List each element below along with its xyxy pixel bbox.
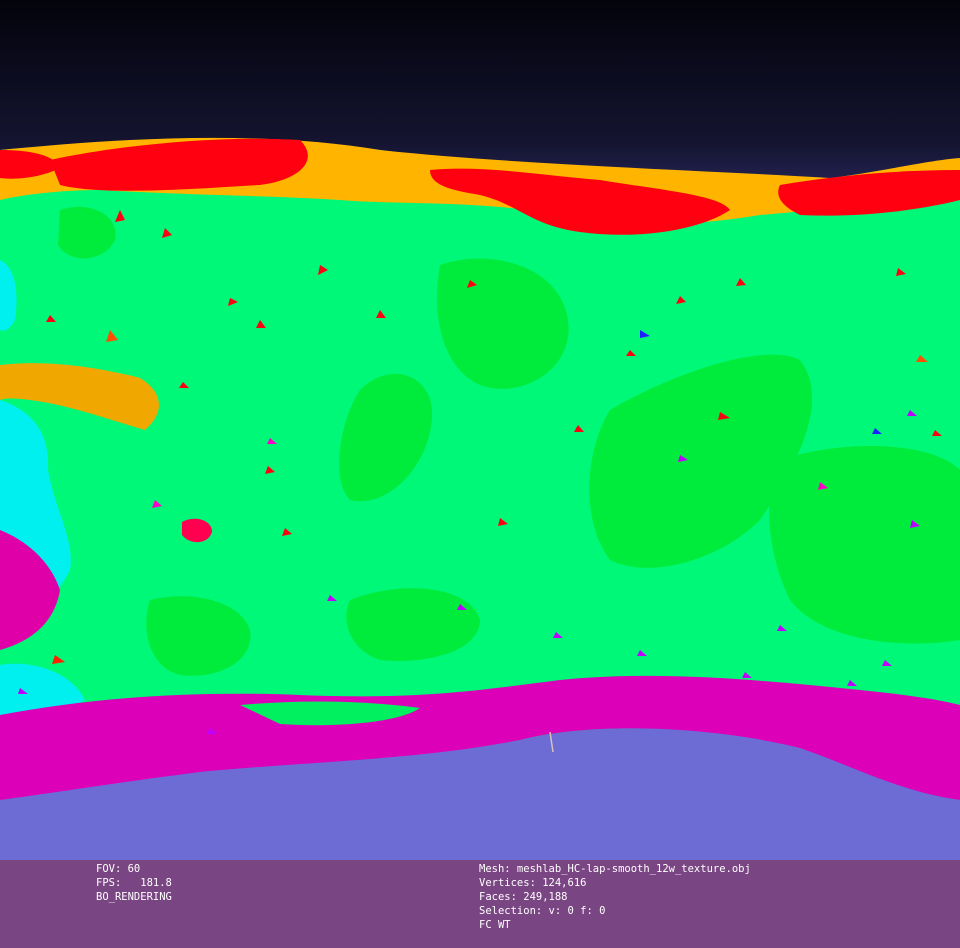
mesh-name-readout: Mesh: meshlab_HC-lap-smooth_12w_texture.… xyxy=(479,863,751,875)
mesh-stats: Mesh: meshlab_HC-lap-smooth_12w_texture.… xyxy=(479,862,751,932)
vertices-readout: Vertices: 124,616 xyxy=(479,877,587,889)
color-mode-readout: FC WT xyxy=(479,919,511,931)
selection-readout: Selection: v: 0 f: 0 xyxy=(479,905,606,917)
fov-readout: FOV: 60 xyxy=(96,863,141,875)
faces-readout: Faces: 249,188 xyxy=(479,891,568,903)
fps-readout: FPS: 181.8 xyxy=(96,877,172,889)
render-mode-readout: BO_RENDERING xyxy=(96,891,172,903)
render-stats: FOV: 60 FPS: 181.8 BO_RENDERING xyxy=(96,862,172,904)
3d-viewport[interactable] xyxy=(0,0,960,948)
viewer-info-bar: FOV: 60 FPS: 181.8 BO_RENDERING Mesh: me… xyxy=(0,860,960,948)
mesh-render[interactable] xyxy=(0,0,960,948)
